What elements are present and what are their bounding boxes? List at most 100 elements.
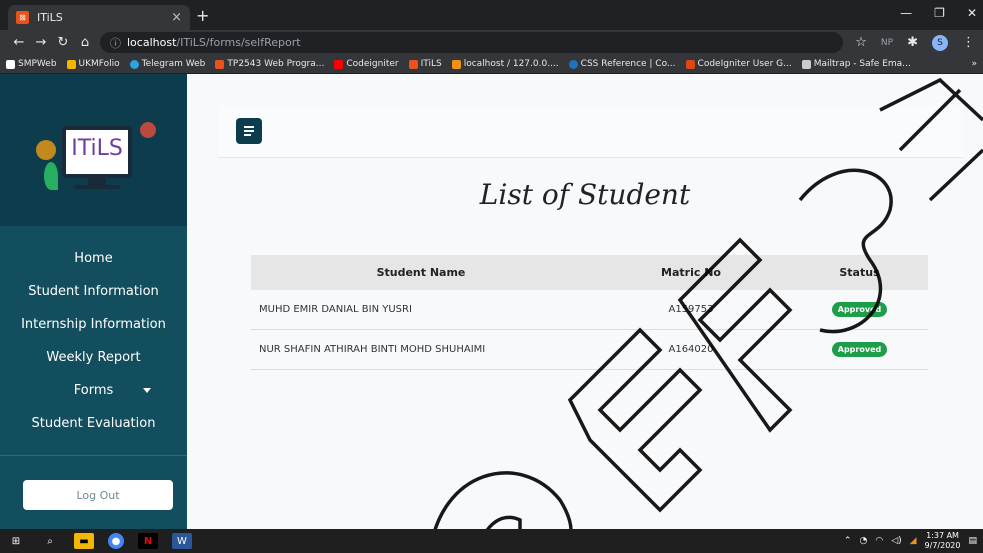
bookmark-star-icon[interactable]: ☆	[855, 35, 867, 50]
chrome-icon[interactable]: ●	[108, 533, 124, 549]
status-badge: Approved	[831, 342, 888, 357]
windows-taskbar: ⊞ ⌕ ▬ ● N W ⌃ ◔ ◠ ◁) ◢ 1:37 AM 9/7/2020 …	[0, 529, 983, 553]
sidebar-toggle-button[interactable]	[236, 118, 262, 144]
tray-chevron-icon[interactable]: ⌃	[844, 536, 852, 546]
table-row[interactable]: MUHD EMIR DANIAL BIN YUSRI A159753 Appro…	[251, 290, 928, 330]
clock-date: 9/7/2020	[924, 541, 961, 550]
bookmark-item[interactable]: ITiLS	[408, 59, 442, 69]
logo-text: ITiLS	[71, 136, 123, 161]
volume-icon[interactable]: ◁)	[891, 536, 901, 546]
bookmark-item[interactable]: Codeigniter	[334, 59, 399, 69]
logo-decoration-icon	[36, 140, 56, 160]
word-icon[interactable]: W	[172, 533, 192, 549]
logo: ITiLS	[0, 74, 187, 226]
status-cell: Approved	[791, 342, 928, 357]
action-center-icon[interactable]: ▤	[968, 536, 977, 546]
search-icon[interactable]: ⌕	[40, 533, 60, 549]
minimize-icon[interactable]: —	[900, 6, 912, 20]
tab-favicon-icon: ⊠	[16, 11, 29, 24]
bookmark-item[interactable]: TP2543 Web Progra...	[215, 59, 324, 69]
bookmark-item[interactable]: localhost / 127.0.0....	[451, 59, 559, 69]
sidebar-item-internship-information[interactable]: Internship Information	[0, 308, 187, 341]
student-name: NUR SHAFIN ATHIRAH BINTI MOHD SHUHAIMI	[259, 344, 486, 355]
status-badge: Approved	[831, 302, 888, 317]
page-title: List of Student	[479, 178, 691, 211]
sidebar-item-home[interactable]: Home	[0, 242, 187, 275]
column-header-matric: Matric No	[661, 266, 721, 279]
table-row[interactable]: NUR SHAFIN ATHIRAH BINTI MOHD SHUHAIMI A…	[251, 330, 928, 370]
student-table: Student Name Matric No Status MUHD EMIR …	[251, 255, 928, 370]
bookmark-item[interactable]: UKMFolio	[66, 59, 120, 69]
sidebar-divider	[0, 455, 187, 456]
back-icon[interactable]: ←	[8, 35, 30, 50]
logout-button[interactable]: Log Out	[23, 480, 173, 510]
notification-icon[interactable]: ◢	[910, 536, 917, 546]
bookmark-item[interactable]: CodeIgniter User G...	[685, 59, 792, 69]
browser-tab[interactable]: ⊠ ITiLS ×	[8, 5, 190, 30]
bookmarks-overflow-icon[interactable]: »	[971, 59, 977, 69]
bookmark-favicon-icon	[801, 59, 811, 69]
menu-line	[244, 130, 254, 132]
forward-icon[interactable]: →	[30, 35, 52, 50]
bookmark-favicon-icon	[334, 59, 344, 69]
system-tray: ⌃ ◔ ◠ ◁) ◢ 1:37 AM 9/7/2020 ▤	[844, 531, 977, 551]
netflix-icon[interactable]: N	[138, 533, 158, 549]
bookmark-favicon-icon	[129, 59, 139, 69]
reload-icon[interactable]: ↻	[52, 35, 74, 50]
clock[interactable]: 1:37 AM 9/7/2020	[925, 531, 961, 551]
bookmark-item[interactable]: Mailtrap - Safe Ema...	[801, 59, 911, 69]
logo-decoration-icon	[140, 122, 156, 138]
browser-tab-bar: ⊠ ITiLS × + — ❐ ✕	[0, 0, 983, 30]
sidebar: ITiLS Home Student Information Internshi…	[0, 74, 187, 529]
profile-avatar[interactable]: S	[932, 34, 948, 51]
caret-down-icon	[143, 388, 151, 393]
bookmark-favicon-icon	[408, 59, 418, 69]
bookmark-favicon-icon	[6, 59, 15, 69]
bookmark-item[interactable]: Telegram Web	[129, 59, 205, 69]
restore-icon[interactable]: ❐	[934, 6, 945, 20]
bookmark-favicon-icon	[451, 59, 461, 69]
table-header: Student Name Matric No Status	[251, 255, 928, 290]
browser-menu-icon[interactable]: ⋮	[962, 35, 975, 50]
wifi-icon[interactable]: ◠	[875, 536, 883, 546]
logo-plant-icon	[44, 162, 58, 190]
logo-monitor-icon: ITiLS	[62, 126, 132, 178]
bookmark-favicon-icon	[66, 59, 76, 69]
matric-no: A159753	[668, 304, 714, 315]
windows-start-icon[interactable]: ⊞	[6, 533, 26, 549]
bookmark-favicon-icon	[568, 59, 578, 69]
tab-close-icon[interactable]: ×	[171, 10, 182, 25]
window-controls: — ❐ ✕	[900, 6, 977, 20]
url-input[interactable]: ⓘ localhost /ITiLS/forms/selfReport	[100, 32, 844, 53]
top-navbar	[218, 106, 963, 158]
extension-np-icon[interactable]: NP	[881, 38, 893, 48]
sidebar-item-student-evaluation[interactable]: Student Evaluation	[0, 407, 187, 440]
sidebar-item-weekly-report[interactable]: Weekly Report	[0, 341, 187, 374]
matric-no: A164020	[668, 344, 714, 355]
menu-line	[244, 126, 254, 128]
main-content: List of Student Student Name Matric No S…	[187, 74, 983, 529]
sidebar-item-label: Forms	[73, 383, 114, 398]
sidebar-item-student-information[interactable]: Student Information	[0, 275, 187, 308]
bookmark-item[interactable]: SMPWeb	[6, 59, 57, 69]
new-tab-button[interactable]: +	[196, 6, 209, 25]
info-icon[interactable]: ⓘ	[110, 35, 121, 51]
bookmark-item[interactable]: CSS Reference | Co...	[568, 59, 676, 69]
network-icon[interactable]: ◔	[859, 536, 867, 546]
extensions-puzzle-icon[interactable]: ✱	[907, 35, 918, 50]
url-path: /ITiLS/forms/selfReport	[176, 36, 301, 49]
bookmark-favicon-icon	[685, 59, 695, 69]
bookmarks-bar: SMPWeb UKMFolio Telegram Web TP2543 Web …	[0, 55, 983, 74]
home-icon[interactable]: ⌂	[74, 35, 96, 50]
sidebar-item-forms[interactable]: Forms	[0, 374, 187, 407]
status-cell: Approved	[791, 302, 928, 317]
url-host: localhost	[127, 36, 177, 49]
sidebar-nav: Home Student Information Internship Info…	[0, 242, 187, 440]
logo-base	[74, 185, 120, 189]
close-window-icon[interactable]: ✕	[967, 6, 977, 20]
column-header-name: Student Name	[376, 266, 466, 279]
tab-title: ITiLS	[37, 11, 63, 24]
bookmark-favicon-icon	[215, 59, 225, 69]
file-explorer-icon[interactable]: ▬	[74, 533, 94, 549]
student-name: MUHD EMIR DANIAL BIN YUSRI	[259, 304, 412, 315]
